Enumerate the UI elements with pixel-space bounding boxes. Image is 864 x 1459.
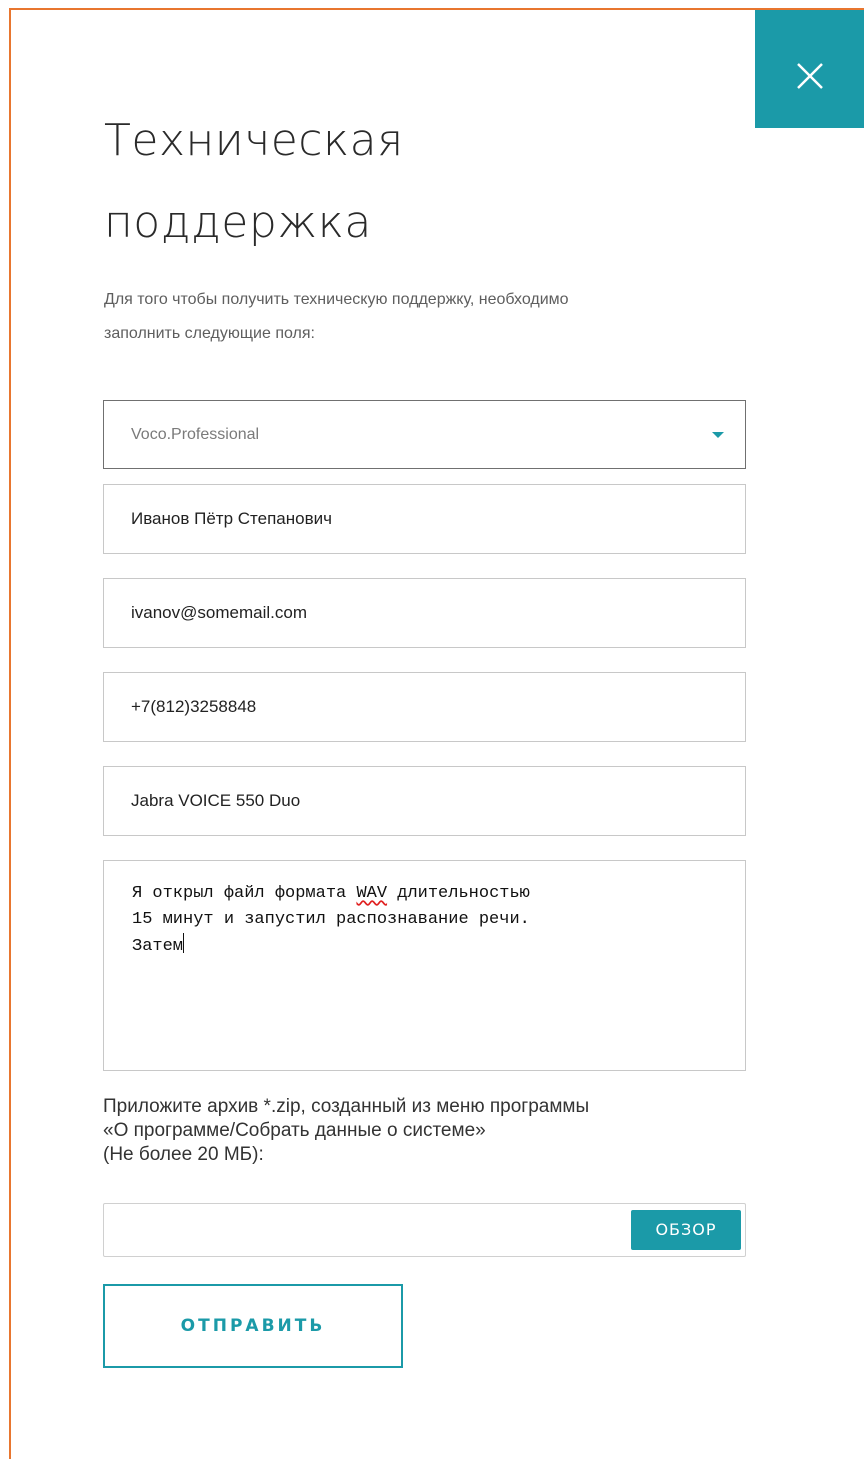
attach-line-2: «О программе/Собрать данные о системе» <box>103 1120 486 1141</box>
product-select-value: Voco.Professional <box>131 426 260 443</box>
title-line-1: Техническая <box>104 115 404 166</box>
name-field[interactable] <box>103 484 746 554</box>
intro-line-2: заполнить следующие поля: <box>104 325 315 342</box>
email-input[interactable] <box>131 579 711 647</box>
file-upload-field[interactable]: ОБЗОР <box>103 1203 746 1257</box>
attach-instructions: Приложите архив *.zip, созданный из меню… <box>103 1095 783 1167</box>
close-button[interactable] <box>755 10 864 128</box>
message-text[interactable]: Я открыл файл формата WAV длительностью … <box>132 881 712 960</box>
email-field[interactable] <box>103 578 746 648</box>
browse-button[interactable]: ОБЗОР <box>631 1210 741 1250</box>
submit-button[interactable]: ОТПРАВИТЬ <box>103 1284 403 1368</box>
phone-input[interactable] <box>131 673 711 741</box>
caret-down-icon <box>712 432 724 438</box>
attach-line-1: Приложите архив *.zip, созданный из меню… <box>103 1096 590 1117</box>
intro-text: Для того чтобы получить техническую подд… <box>104 283 764 351</box>
misspelled-word: WAV <box>356 884 388 903</box>
phone-field[interactable] <box>103 672 746 742</box>
page-title: Техническая поддержка <box>104 100 704 264</box>
message-line-1a: Я открыл файл формата <box>132 884 357 903</box>
close-icon <box>797 63 823 89</box>
message-line-3: Затем <box>132 937 184 956</box>
device-field[interactable] <box>103 766 746 836</box>
message-line-1b: длительностью <box>387 884 530 903</box>
text-cursor <box>183 933 185 953</box>
intro-line-1: Для того чтобы получить техническую подд… <box>104 291 569 308</box>
title-line-2: поддержка <box>104 197 372 248</box>
attach-line-3: (Не более 20 МБ): <box>103 1144 264 1165</box>
product-select[interactable]: Voco.Professional <box>103 400 746 469</box>
name-input[interactable] <box>131 485 711 553</box>
message-textarea[interactable]: Я открыл файл формата WAV длительностью … <box>103 860 746 1071</box>
message-line-2: 15 минут и запустил распознавание речи. <box>132 910 530 929</box>
device-input[interactable] <box>131 767 711 835</box>
